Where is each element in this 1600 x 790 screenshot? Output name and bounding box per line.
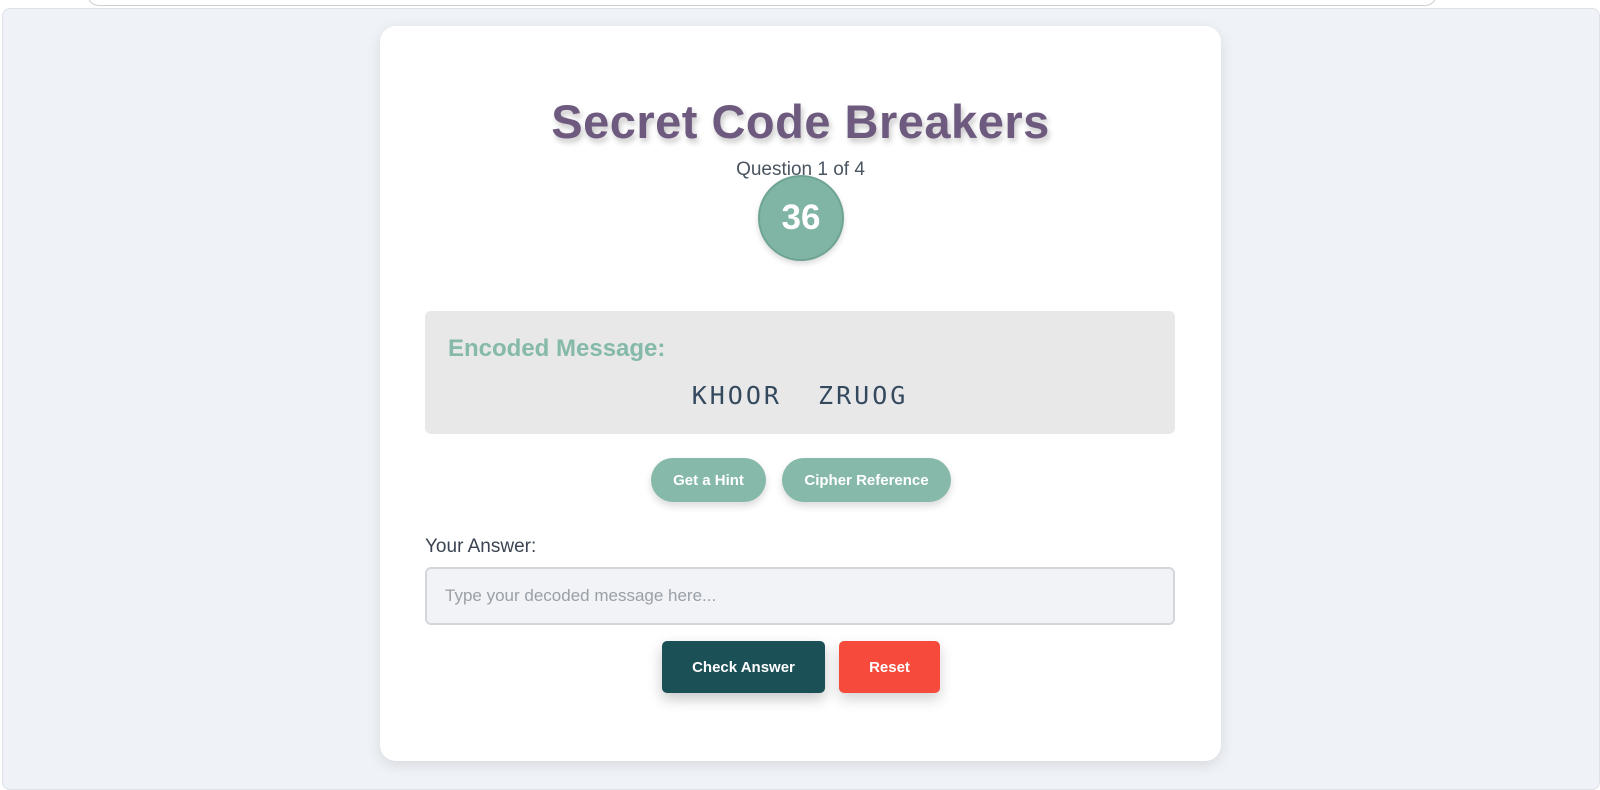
- answer-label: Your Answer:: [425, 536, 537, 557]
- cipher-reference-button[interactable]: Cipher Reference: [782, 458, 951, 502]
- encoded-message-label: Encoded Message:: [448, 335, 666, 362]
- game-card: Secret Code Breakers Question 1 of 4 36 …: [380, 26, 1221, 761]
- page-title: Secret Code Breakers: [551, 95, 1050, 148]
- get-hint-button[interactable]: Get a Hint: [651, 458, 766, 502]
- encoded-message-text: KHOOR ZRUOG: [691, 381, 909, 410]
- timer-circle: 36: [758, 175, 844, 261]
- answer-input[interactable]: [425, 567, 1175, 625]
- encoded-message-box: Encoded Message: KHOOR ZRUOG: [425, 311, 1175, 434]
- check-answer-button[interactable]: Check Answer: [662, 641, 825, 693]
- timer-value: 36: [781, 198, 821, 237]
- reset-button[interactable]: Reset: [839, 641, 940, 693]
- browser-top-bar: [87, 0, 1437, 6]
